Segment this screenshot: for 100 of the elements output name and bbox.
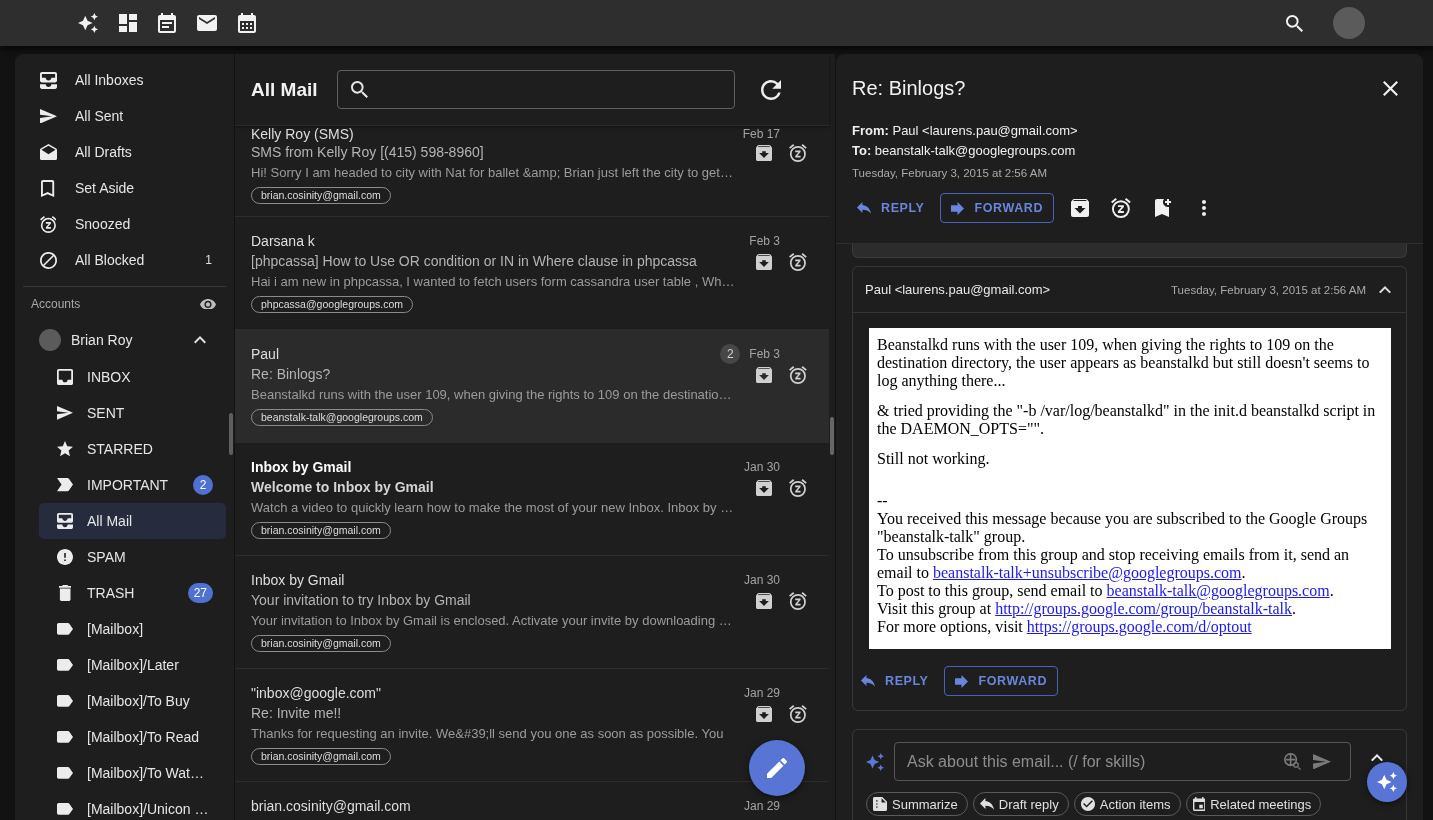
mail-snippet: Watch a video to quickly learn how to make the most of your new Inbox. Inbox by … [251, 499, 734, 517]
block-icon [39, 251, 57, 269]
link[interactable]: beanstalk-talk+unsubscribe@googlegroups.com [933, 564, 1242, 581]
archive-box-icon[interactable] [756, 706, 773, 722]
sender-name: Paul [251, 346, 280, 362]
message-date: Tuesday, February 3, 2015 at 2:56 AM [1171, 283, 1366, 296]
chevron-up-icon[interactable] [1371, 754, 1383, 762]
ask-field[interactable]: Ask about this email... (/ for skills) [894, 742, 1351, 781]
search-icon[interactable] [1286, 14, 1303, 32]
nav-item[interactable]: SENT [39, 395, 226, 431]
nav-item[interactable]: [Mailbox]/Unicon … [39, 791, 226, 820]
envelope-icon[interactable] [197, 15, 217, 31]
assistant-button[interactable] [1367, 762, 1407, 802]
calendar-icon [1192, 797, 1206, 811]
sparkle-icon[interactable] [78, 13, 98, 33]
label-icon [57, 695, 73, 707]
alarm-clock-icon[interactable] [789, 253, 807, 271]
mail-snippet: Hai i am new in phpcassa, I wanted to fetch users form cassandra user table , Wh… [251, 273, 735, 291]
vertical-dots-icon[interactable] [1201, 200, 1206, 216]
nav-item[interactable]: [Mailbox]/To Wat… [39, 755, 226, 791]
archive-box-icon[interactable] [756, 145, 773, 161]
nav-item[interactable]: All Inboxes [15, 62, 234, 98]
nav-item[interactable]: [Mailbox]/To Read [39, 719, 226, 755]
tiles-icon[interactable] [119, 14, 137, 32]
alarm-clock-icon[interactable] [1111, 198, 1131, 218]
reply-arrow-icon [857, 202, 871, 214]
archive-box-icon[interactable] [756, 254, 773, 270]
alarm-clock-icon[interactable] [789, 366, 807, 384]
avatar [39, 329, 61, 351]
nav-item[interactable]: INBOX [39, 359, 226, 395]
tray-stack-icon [57, 513, 73, 529]
chevron-up-icon[interactable] [1379, 285, 1391, 294]
email-subject: Re: Binlogs? [852, 76, 966, 100]
pencil-icon [767, 758, 787, 778]
label-icon [57, 659, 73, 671]
globe-search-icon[interactable] [1284, 753, 1301, 770]
alarm-clock-icon[interactable] [789, 592, 807, 610]
message-text: & tried providing the "-b /var/log/beanstalkd" in the init.d beanstalkd script in the DAEMON_OPTS="". [877, 402, 1377, 438]
nav-item[interactable]: SPAM [39, 539, 226, 575]
compose-button[interactable] [749, 740, 805, 796]
close-icon[interactable] [1383, 80, 1398, 96]
account-item[interactable]: Brian Roy [15, 321, 234, 359]
mail-snippet: Hi! Sorry I am headed to city with Nat for ballet &amp; Brian just left the city to get… [251, 164, 733, 182]
link[interactable]: beanstalk-talk@googlegroups.com [1106, 582, 1330, 599]
link[interactable]: http://groups.google.com/group/beanstalk-talk [995, 600, 1292, 617]
nav-item[interactable]: TRASH 27 [39, 575, 226, 611]
message-text: For more options, visit https://groups.google.com/d/optout [877, 618, 1253, 636]
alarm-clock-icon [39, 215, 57, 233]
calendar-grid-icon[interactable] [238, 13, 256, 33]
mail-row[interactable]: Inbox by Gmail Jan 30 Your invitation to try Inbox by Gmail Your invitation to Inbox by Gmail is enclosed. Activate your invite by downloading … brian.cosinity@gmail.com [235, 556, 829, 669]
send-icon[interactable] [1313, 753, 1331, 770]
nav-item[interactable]: [Mailbox] [39, 611, 226, 647]
bookmark-plus-icon[interactable] [1154, 199, 1171, 217]
scrollbar-thumb[interactable] [830, 417, 834, 455]
tray-stack-icon [39, 71, 57, 89]
mail-row[interactable]: Paul 2 Feb 3 Re: Binlogs? Beanstalkd runs with the user 109, when giving the rights to 109 on the destinatio… beanstalk-talk@googlegroups.com [235, 330, 829, 443]
section-heading: Accounts [31, 297, 81, 311]
reply-button[interactable]: REPLY [852, 193, 931, 223]
mail-snippet: Your invitation to Inbox by Gmail is enclosed. Activate your invite by downloading … [251, 612, 732, 630]
thread-count: 2 [720, 344, 741, 364]
alarm-clock-icon[interactable] [789, 144, 807, 162]
archive-box-icon[interactable] [756, 593, 773, 609]
archive-box-icon[interactable] [756, 480, 773, 496]
nav-item[interactable]: All Sent [15, 98, 234, 134]
forward-button[interactable]: FORWARD [943, 666, 1059, 696]
nav-item[interactable]: Set Aside [15, 170, 234, 206]
nav-item[interactable]: All Mail [39, 503, 226, 539]
chevron-up-icon[interactable] [194, 336, 206, 344]
forward-button[interactable]: FORWARD [939, 193, 1055, 223]
archive-box-icon[interactable] [756, 367, 773, 383]
alarm-clock-icon[interactable] [789, 479, 807, 497]
mail-date: Feb 17 [742, 127, 780, 141]
nav-item[interactable]: All Drafts [15, 134, 234, 170]
mail-row[interactable]: Kelly Roy (SMS) Feb 17 SMS from Kelly Roy [(415) 598-8960] Hi! Sorry I am headed to city with Nat for ballet &amp; Brian just left the city to get… brian.cosinity@gmail.com [235, 126, 829, 217]
eye-icon[interactable] [200, 298, 216, 310]
send-icon [39, 108, 57, 124]
nav-item[interactable]: IMPORTANT 2 [39, 467, 226, 503]
archive-box-icon[interactable] [1071, 199, 1090, 217]
scrollbar-thumb[interactable] [229, 413, 233, 455]
mail-date: Jan 30 [743, 573, 780, 587]
nav-item[interactable]: [Mailbox]/To Buy [39, 683, 226, 719]
alarm-clock-icon[interactable] [789, 705, 807, 723]
calendar-note-icon[interactable] [158, 13, 176, 33]
mail-subject: [phpcassa] How to Use OR condition or IN in Where clause in phpcassa [251, 252, 697, 271]
reply-button[interactable]: REPLY [856, 666, 935, 696]
mail-row[interactable]: Inbox by Gmail Jan 30 Welcome to Inbox by Gmail Watch a video to quickly learn how to make the most of your new Inbox. Inbox by … brian.cosinity@gmail.com [235, 443, 829, 556]
message-text: You received this message because you are subscribed to the Google Groups "beanstalk-talk" group. [877, 510, 1369, 546]
sender-line: From: Paul <laurens.pau@gmail.com> [852, 122, 1078, 140]
label-icon [57, 767, 73, 779]
nav-item[interactable]: [Mailbox]/Later [39, 647, 226, 683]
star-icon [57, 441, 73, 457]
nav-item[interactable]: Snoozed [15, 206, 234, 242]
link[interactable]: https://groups.google.com/d/optout [1026, 618, 1252, 635]
nav-item[interactable]: All Blocked 1 [15, 242, 234, 278]
arrow-right-icon [950, 201, 964, 215]
refresh-icon[interactable] [760, 79, 781, 100]
nav-item[interactable]: STARRED [39, 431, 226, 467]
search-field[interactable] [336, 70, 735, 109]
message-text: Visit this group at http://groups.google.com/group/beanstalk-talk. [877, 600, 1297, 618]
label-icon [57, 803, 73, 815]
